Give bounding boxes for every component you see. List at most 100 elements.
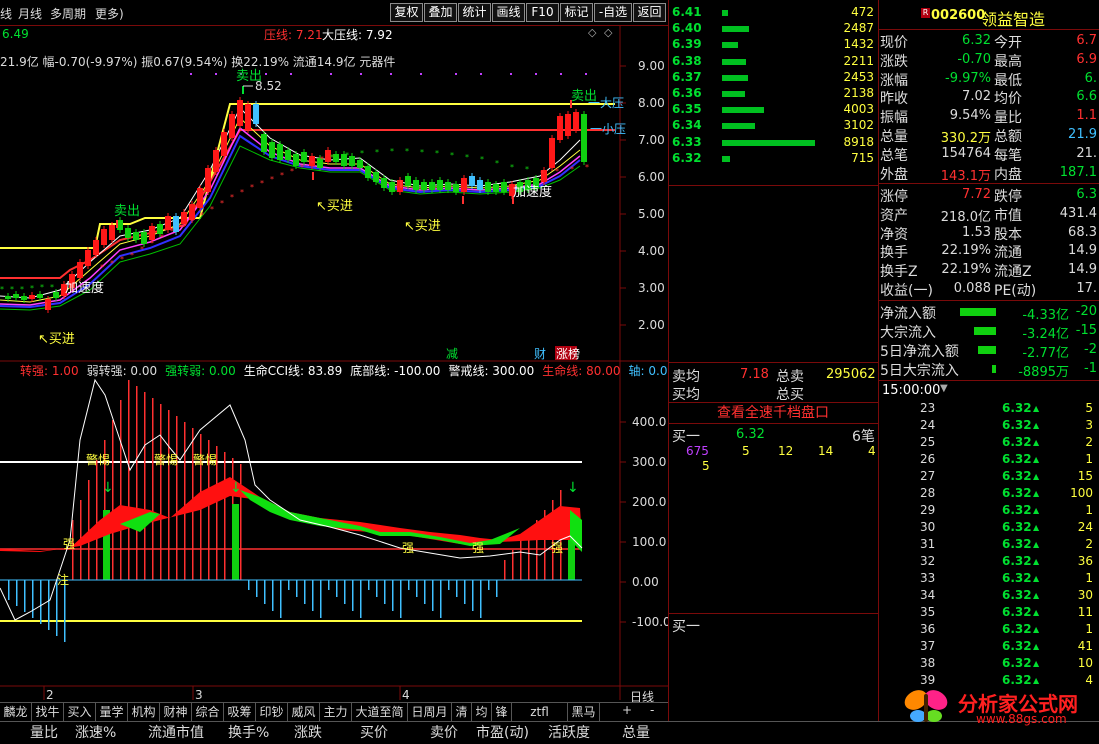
indicator-tab[interactable]: 量学 xyxy=(96,703,128,721)
indicator-bar xyxy=(448,580,450,590)
column-header[interactable]: 总量 xyxy=(622,722,650,742)
depth-volume: 2453 xyxy=(843,69,874,84)
depth-row[interactable]: 6.36 2138 xyxy=(670,86,877,102)
indicator-tab[interactable]: 找牛 xyxy=(32,703,64,721)
indicator-tab[interactable]: 麟龙 xyxy=(0,703,32,721)
support-star: * xyxy=(230,193,234,202)
column-header[interactable]: 涨速% xyxy=(75,722,116,742)
column-header[interactable]: 量比 xyxy=(30,722,58,742)
column-header[interactable]: 换手% xyxy=(228,722,269,742)
depth-row[interactable]: 6.38 2211 xyxy=(670,54,877,70)
support-star: * xyxy=(240,188,244,197)
candle-body xyxy=(445,182,451,190)
indicator-tab[interactable]: 财神 xyxy=(160,703,192,721)
svg-text:↓: ↓ xyxy=(567,480,579,496)
indicator-tab[interactable]: 综合 xyxy=(192,703,224,721)
flow-percent: -1 xyxy=(1084,361,1097,376)
indicator-tab[interactable]: 锋 xyxy=(492,703,512,721)
indicator-tab[interactable]: 日周月 xyxy=(408,703,452,721)
column-header[interactable]: 流通市值 xyxy=(148,722,204,742)
candle-body xyxy=(389,182,395,192)
add-tab-button[interactable]: + xyxy=(622,703,632,717)
svg-text:警惕: 警惕 xyxy=(154,452,178,467)
trend-star: * xyxy=(480,155,484,164)
depth-volume-bar xyxy=(722,42,738,49)
indicator-tab[interactable]: 大道至简 xyxy=(352,703,408,721)
down-triangle-icon: ▲ xyxy=(1033,489,1040,498)
candle-body xyxy=(141,232,147,244)
candle-body xyxy=(269,142,275,158)
indicator-tab[interactable]: 均 xyxy=(472,703,492,721)
depth-price: 6.40 xyxy=(672,21,702,36)
trend-star: * xyxy=(330,153,334,162)
depth-volume-bar xyxy=(722,26,749,33)
column-header[interactable]: 市盈(动) xyxy=(476,722,529,742)
flow-bar xyxy=(974,327,996,335)
indicator-bar xyxy=(296,580,298,597)
divider xyxy=(878,183,1099,184)
depth-row[interactable]: 6.40 2487 xyxy=(670,21,877,37)
indicator-legend: 转强: 1.00 弱转强: 0.00 强转弱: 0.00 生命CCI线: 83.89 底… xyxy=(0,362,675,378)
quote-value: 1.1 xyxy=(1076,108,1097,124)
queue-item: 5 xyxy=(742,444,750,458)
down-triangle-icon: ▲ xyxy=(1033,455,1040,464)
indicator-tab[interactable]: 黑马 xyxy=(568,703,600,721)
quote-label: 总笔 xyxy=(880,147,908,164)
indicator-bar xyxy=(384,580,386,604)
indicator-tab[interactable]: ztfl xyxy=(512,703,568,721)
indicator-bar xyxy=(160,404,162,580)
indicator-bar xyxy=(128,380,130,580)
indicator-tab[interactable]: 主力 xyxy=(320,703,352,721)
fundamental-value: 68.3 xyxy=(1068,224,1097,240)
depth-volume: 8918 xyxy=(843,134,874,149)
quote-value: -0.70 xyxy=(957,51,991,67)
candle-body xyxy=(213,150,219,172)
flow-percent: -20 xyxy=(1075,304,1097,319)
support-star: * xyxy=(140,245,144,254)
depth-row[interactable]: 6.41 472 xyxy=(670,5,877,21)
tick-price: 6.32 xyxy=(1002,486,1032,500)
fundamental-label: 资产 xyxy=(880,207,908,224)
y-axis-tick: 9.00 xyxy=(638,59,665,73)
depth-volume-bar xyxy=(722,74,748,81)
indicator-y-tick: 200.0 xyxy=(632,495,666,509)
trend-star: * xyxy=(525,165,529,174)
depth-row[interactable]: 6.34 3102 xyxy=(670,118,877,134)
indicator-tab[interactable]: 威风 xyxy=(288,703,320,721)
depth-row[interactable]: 6.35 4003 xyxy=(670,102,877,118)
indicator-tab[interactable]: 印钞 xyxy=(256,703,288,721)
tick-row: 38 6.32 ▲ 10 xyxy=(880,656,1099,673)
quote-value: 6.9 xyxy=(1076,51,1097,67)
column-header[interactable]: 涨跌 xyxy=(294,722,322,742)
trend-star: * xyxy=(50,283,54,292)
tick-price: 6.32 xyxy=(1002,588,1032,602)
svg-text:加速度: 加速度 xyxy=(513,184,552,200)
indicator-bar xyxy=(264,580,266,604)
indicator-tab[interactable]: 清 xyxy=(452,703,472,721)
indicator-tab[interactable]: 买入 xyxy=(64,703,96,721)
depth-row[interactable]: 6.32 715 xyxy=(670,151,877,167)
support-star: * xyxy=(100,263,104,272)
depth-row[interactable]: 6.39 1432 xyxy=(670,37,877,53)
fundamental-label: 市值 xyxy=(994,207,1022,224)
depth-volume: 2487 xyxy=(843,21,874,36)
column-header[interactable]: 活跃度 xyxy=(548,722,590,742)
trend-star: * xyxy=(465,153,469,162)
indicator-bar xyxy=(464,580,466,604)
remove-tab-button[interactable]: - xyxy=(650,703,654,717)
view-full-depth-link[interactable]: 查看全速千档盘口 xyxy=(668,403,878,423)
candle-body xyxy=(237,100,243,126)
indicator-bar xyxy=(360,580,362,618)
depth-row[interactable]: 6.33 8918 xyxy=(670,135,877,151)
indicator-bar xyxy=(408,580,410,590)
depth-row[interactable]: 6.37 2453 xyxy=(670,70,877,86)
column-header[interactable]: 卖价 xyxy=(430,722,458,742)
column-header[interactable]: 买价 xyxy=(360,722,388,742)
indicator-bar xyxy=(328,580,330,590)
indicator-tab[interactable]: 吸筹 xyxy=(224,703,256,721)
divider xyxy=(878,300,1099,301)
fundamental-value: 431.4 xyxy=(1059,205,1097,221)
candle-body xyxy=(253,104,259,124)
sort-icon[interactable]: ▼ xyxy=(940,383,948,394)
indicator-tab[interactable]: 机构 xyxy=(128,703,160,721)
